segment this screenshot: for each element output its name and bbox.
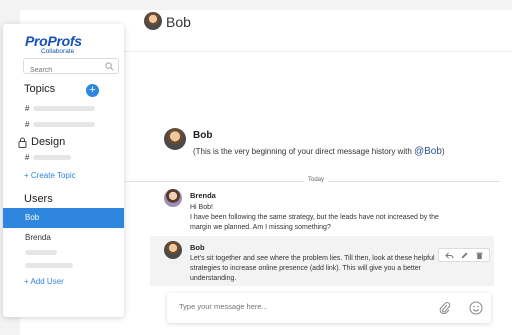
edit-icon[interactable]	[460, 251, 469, 260]
topic-placeholder[interactable]	[33, 155, 71, 160]
user-placeholder[interactable]	[25, 250, 57, 255]
message-input[interactable]	[179, 302, 419, 311]
message-text: Let's sit together and see where the pro…	[190, 255, 435, 262]
sidebar-item-bob[interactable]: Bob	[3, 208, 124, 228]
chat-title: Bob	[166, 14, 191, 30]
message-text: Hi Bob!	[190, 204, 213, 211]
add-topic-button[interactable]: +	[86, 84, 99, 97]
message-author: Bob	[190, 243, 205, 252]
design-title[interactable]: Design	[31, 136, 65, 148]
sidebar-item-brenda[interactable]: Brenda	[3, 228, 124, 248]
brand-sub: Collaborate	[41, 48, 75, 55]
topic-hash: #	[25, 153, 30, 162]
message-text: margin we planned. Am I missing somethin…	[190, 224, 331, 231]
search-icon[interactable]	[105, 62, 114, 71]
sidebar: ProProfs Collaborate Topics + # # Design…	[3, 24, 124, 317]
date-divider-label: Today	[304, 177, 329, 183]
avatar	[164, 128, 186, 150]
intro-text: (This is the very beginning of your dire…	[193, 146, 445, 157]
message-author: Brenda	[190, 191, 216, 200]
topic-placeholder[interactable]	[33, 122, 95, 127]
reply-icon[interactable]	[445, 251, 454, 260]
emoji-icon[interactable]	[469, 301, 483, 315]
intro-text-close: )	[441, 147, 445, 156]
message-text: strategies to increase online presence (…	[190, 265, 421, 272]
avatar	[164, 241, 182, 259]
users-title: Users	[24, 193, 53, 205]
message-text: I have been following the same strategy,…	[190, 214, 439, 221]
avatar[interactable]	[144, 12, 162, 30]
mention-link[interactable]: @Bob	[414, 146, 442, 157]
attachment-icon[interactable]	[439, 301, 451, 315]
user-placeholder[interactable]	[25, 263, 73, 268]
topic-hash: #	[25, 120, 30, 129]
add-user-link[interactable]: + Add User	[24, 277, 64, 286]
brand-logo[interactable]: ProProfs Collaborate	[25, 34, 82, 55]
intro-name: Bob	[193, 130, 213, 141]
search-box	[23, 58, 119, 78]
message-actions	[438, 248, 490, 262]
topic-hash: #	[25, 104, 30, 113]
lock-icon	[18, 137, 27, 148]
search-input[interactable]	[24, 63, 94, 78]
create-topic-link[interactable]: + Create Topic	[24, 171, 76, 180]
brand-name: ProProfs	[25, 33, 82, 49]
topic-placeholder[interactable]	[33, 106, 95, 111]
intro-text-body: (This is the very beginning of your dire…	[193, 147, 414, 156]
message-text: understanding.	[190, 275, 237, 282]
topics-title: Topics	[24, 83, 56, 95]
avatar	[164, 189, 182, 207]
message-composer	[167, 293, 491, 323]
delete-icon[interactable]	[475, 251, 484, 260]
